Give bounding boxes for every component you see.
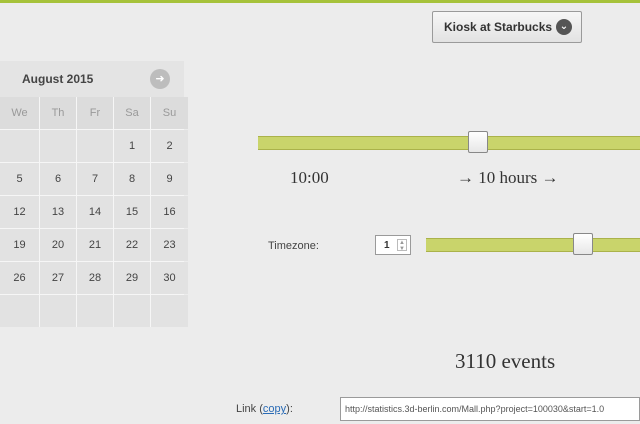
- copy-link[interactable]: copy: [263, 403, 286, 415]
- timezone-value: 1: [384, 239, 390, 251]
- calendar-day[interactable]: 5: [0, 163, 39, 195]
- calendar-day[interactable]: 23: [151, 229, 188, 261]
- weekday-header: Th: [40, 97, 76, 129]
- timezone-label: Timezone:: [268, 240, 319, 252]
- calendar-day[interactable]: 30: [151, 262, 188, 294]
- calendar-day[interactable]: 13: [40, 196, 76, 228]
- link-label-suffix: ):: [286, 403, 293, 415]
- calendar-day[interactable]: 9: [151, 163, 188, 195]
- calendar-day[interactable]: 15: [114, 196, 150, 228]
- calendar-day[interactable]: 2: [151, 130, 188, 162]
- link-url-field[interactable]: http://statistics.3d-berlin.com/Mall.php…: [340, 397, 640, 421]
- link-label-prefix: Link (: [236, 403, 263, 415]
- calendar-day[interactable]: 28: [77, 262, 113, 294]
- weekday-header: Sa: [114, 97, 150, 129]
- calendar-day[interactable]: 6: [40, 163, 76, 195]
- calendar-day[interactable]: 27: [40, 262, 76, 294]
- top-accent-bar: [0, 0, 640, 3]
- calendar-empty-cell: [151, 295, 188, 327]
- calendar-day[interactable]: 21: [77, 229, 113, 261]
- calendar-day[interactable]: 19: [0, 229, 39, 261]
- calendar-day[interactable]: 7: [77, 163, 113, 195]
- weekday-header: Su: [151, 97, 188, 129]
- calendar-empty-cell: [0, 295, 39, 327]
- timezone-slider-track[interactable]: [426, 238, 640, 252]
- spinner-arrows-icon[interactable]: ▲ ▼: [397, 239, 407, 252]
- location-dropdown[interactable]: Kiosk at Starbucks ⌄: [432, 11, 582, 43]
- calendar-day[interactable]: 1: [114, 130, 150, 162]
- start-time-label: 10:00: [290, 168, 329, 187]
- calendar-month-label: August 2015: [22, 72, 94, 86]
- calendar-header: August 2015 ➜: [0, 61, 184, 97]
- calendar-day[interactable]: 29: [114, 262, 150, 294]
- calendar-day[interactable]: 26: [0, 262, 39, 294]
- calendar-empty-cell: [0, 130, 39, 162]
- time-slider-track[interactable]: [258, 136, 640, 150]
- calendar-day[interactable]: 12: [0, 196, 39, 228]
- chevron-down-icon: ⌄: [556, 19, 572, 35]
- location-label: Kiosk at Starbucks: [444, 20, 553, 34]
- calendar-empty-cell: [77, 130, 113, 162]
- timezone-slider-handle[interactable]: [573, 233, 593, 255]
- time-slider-handle[interactable]: [468, 131, 488, 153]
- calendar-day[interactable]: 22: [114, 229, 150, 261]
- link-label: Link (copy):: [236, 403, 293, 415]
- weekday-header: We: [0, 97, 39, 129]
- timezone-spinner[interactable]: 1 ▲ ▼: [375, 235, 411, 255]
- calendar-empty-cell: [40, 295, 76, 327]
- calendar-empty-cell: [114, 295, 150, 327]
- calendar-day[interactable]: 14: [77, 196, 113, 228]
- calendar: August 2015 ➜ We Th Fr Sa Su 1 2 5 6 7 8 9 12 13 14 15 1…: [0, 61, 188, 327]
- weekday-header: Fr: [77, 97, 113, 129]
- events-count: 3110 events: [455, 349, 556, 373]
- calendar-day[interactable]: 8: [114, 163, 150, 195]
- calendar-grid: We Th Fr Sa Su 1 2 5 6 7 8 9 12 13 14 15 16 19 20 21 22 23 26 2…: [0, 97, 188, 327]
- duration-label: → 10 hours →: [457, 168, 559, 187]
- next-month-icon[interactable]: ➜: [150, 69, 170, 89]
- calendar-day[interactable]: 20: [40, 229, 76, 261]
- calendar-empty-cell: [77, 295, 113, 327]
- calendar-day[interactable]: 16: [151, 196, 188, 228]
- calendar-empty-cell: [40, 130, 76, 162]
